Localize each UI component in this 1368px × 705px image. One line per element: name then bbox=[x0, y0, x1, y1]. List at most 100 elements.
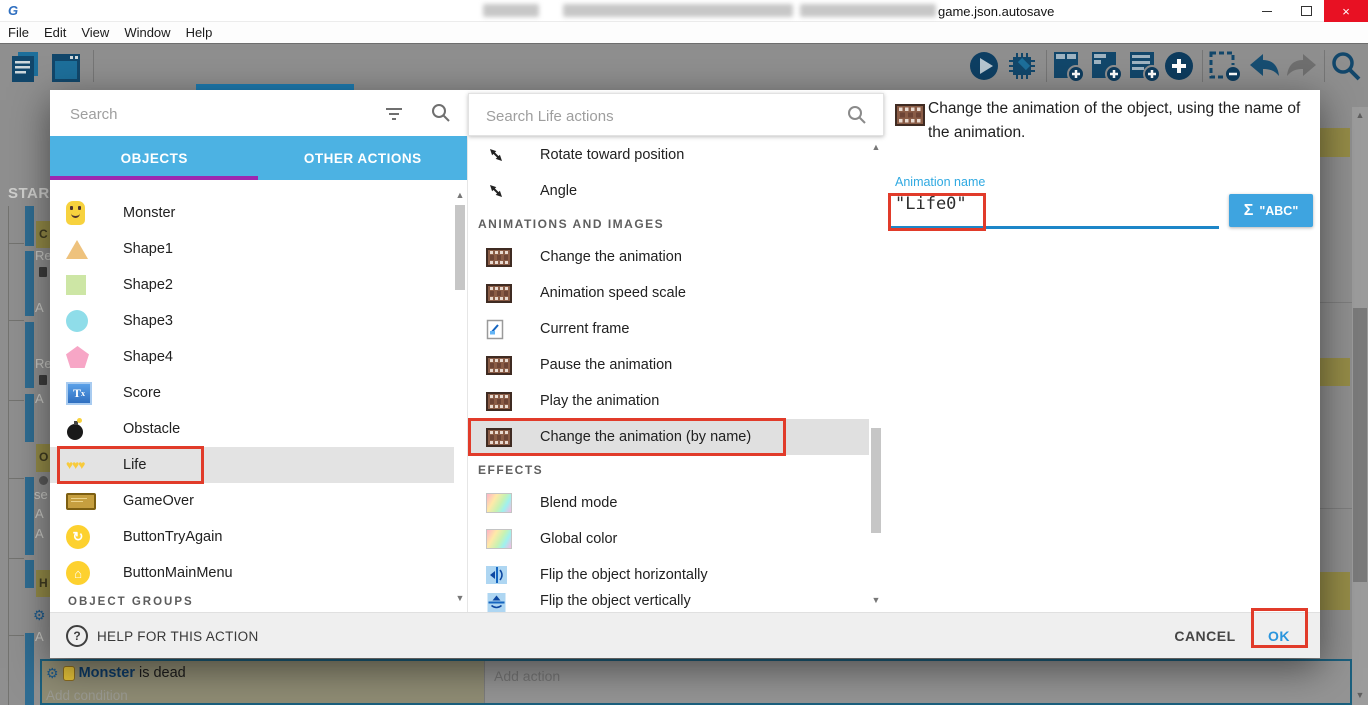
minimize-button[interactable] bbox=[1248, 0, 1286, 22]
object-item-shape3[interactable]: Shape3 bbox=[50, 303, 454, 339]
menu-window[interactable]: Window bbox=[124, 25, 170, 40]
flip-vertical-icon bbox=[486, 593, 528, 611]
maximize-button[interactable] bbox=[1288, 0, 1324, 22]
project-manager-icon[interactable] bbox=[10, 50, 42, 84]
retry-button-icon: ↻ bbox=[66, 525, 106, 549]
actions-scrollbar-thumb[interactable] bbox=[871, 428, 881, 533]
animation-name-label: Animation name bbox=[895, 175, 985, 189]
object-item-gameover[interactable]: GameOver bbox=[50, 483, 454, 519]
object-item-shape1[interactable]: Shape1 bbox=[50, 231, 454, 267]
event-text-fragment: A bbox=[35, 506, 44, 521]
section-header-animations: ANIMATIONS AND IMAGES bbox=[478, 209, 664, 239]
action-tabs: OBJECTS OTHER ACTIONS bbox=[50, 136, 467, 180]
gdevelop-window: G game.json.autosave × File Edit View Wi… bbox=[0, 0, 1368, 705]
undo-icon[interactable] bbox=[1246, 50, 1282, 82]
action-item-flip-vertically[interactable]: Flip the object vertically bbox=[468, 593, 869, 612]
tab-other-actions[interactable]: OTHER ACTIONS bbox=[259, 136, 468, 180]
object-item-shape4[interactable]: Shape4 bbox=[50, 339, 454, 375]
object-item-shape2[interactable]: Shape2 bbox=[50, 267, 454, 303]
annotation-animation-name-value bbox=[888, 193, 986, 231]
play-preview-icon[interactable] bbox=[968, 50, 1000, 82]
redacted-title-segment bbox=[563, 4, 793, 17]
tab-objects[interactable]: OBJECTS bbox=[50, 136, 259, 180]
add-event-icon[interactable] bbox=[1052, 50, 1086, 84]
action-item-angle[interactable]: Angle bbox=[468, 173, 869, 209]
remove-selection-icon[interactable] bbox=[1208, 50, 1244, 84]
comment-row-fragment: C bbox=[36, 221, 50, 248]
action-item-global-color[interactable]: Global color bbox=[468, 521, 869, 557]
action-item-flip-horizontally[interactable]: Flip the object horizontally bbox=[468, 557, 869, 593]
toolbar-separator bbox=[1202, 50, 1203, 82]
scroll-up-icon[interactable]: ▲ bbox=[454, 190, 466, 200]
objects-search-input[interactable] bbox=[68, 98, 362, 130]
square-shape-icon bbox=[66, 275, 106, 295]
objects-scrollbar-thumb[interactable] bbox=[455, 205, 465, 290]
add-comment-icon[interactable] bbox=[1128, 50, 1162, 84]
event-text-fragment: A bbox=[35, 526, 44, 541]
menu-view[interactable]: View bbox=[81, 25, 109, 40]
cancel-button[interactable]: CANCEL bbox=[1160, 613, 1250, 659]
action-item-current-frame[interactable]: Current frame bbox=[468, 311, 869, 347]
search-toolbar-icon[interactable] bbox=[1330, 50, 1362, 84]
film-strip-icon bbox=[486, 248, 528, 267]
action-item-play-animation[interactable]: Play the animation bbox=[468, 383, 869, 419]
flip-horizontal-icon bbox=[486, 566, 528, 584]
search-icon[interactable] bbox=[847, 105, 867, 125]
action-item-rotate-toward-position[interactable]: Rotate toward position bbox=[468, 137, 869, 173]
dialog-footer: ? HELP FOR THIS ACTION CANCEL OK bbox=[50, 612, 1320, 658]
menu-file[interactable]: File bbox=[8, 25, 29, 40]
scroll-down-icon[interactable]: ▼ bbox=[454, 593, 466, 603]
object-item-obstacle[interactable]: Obstacle bbox=[50, 411, 454, 447]
section-header-effects: EFFECTS bbox=[478, 455, 543, 485]
film-strip-icon bbox=[486, 284, 528, 303]
add-condition-link[interactable]: Add condition bbox=[46, 688, 128, 703]
add-subevent-icon[interactable] bbox=[1090, 50, 1124, 84]
scroll-up-icon[interactable]: ▲ bbox=[870, 142, 882, 152]
scroll-down-icon[interactable]: ▼ bbox=[870, 595, 882, 605]
close-button[interactable]: × bbox=[1324, 0, 1368, 22]
comment-row-fragment: O bbox=[36, 444, 50, 472]
action-item-pause-animation[interactable]: Pause the animation bbox=[468, 347, 869, 383]
annotation-ok-button bbox=[1251, 608, 1308, 648]
condition-text: is dead bbox=[139, 665, 186, 681]
toolbar-separator bbox=[1046, 50, 1047, 82]
color-swatch-icon bbox=[486, 493, 528, 513]
scene-editor-icon[interactable] bbox=[50, 50, 82, 84]
menu-help[interactable]: Help bbox=[186, 25, 213, 40]
object-item-buttonmainmenu[interactable]: ⌂ ButtonMainMenu bbox=[50, 555, 454, 591]
gdevelop-logo-icon: G bbox=[8, 3, 18, 18]
monster-object-icon bbox=[66, 201, 106, 225]
filter-icon[interactable] bbox=[385, 107, 403, 121]
redacted-title-segment bbox=[483, 4, 539, 17]
action-item-blend-mode[interactable]: Blend mode bbox=[468, 485, 869, 521]
help-for-this-action[interactable]: ? HELP FOR THIS ACTION bbox=[66, 613, 259, 659]
add-circle-icon[interactable] bbox=[1162, 50, 1196, 84]
help-icon: ? bbox=[66, 625, 88, 647]
action-item-change-animation[interactable]: Change the animation bbox=[468, 239, 869, 275]
object-item-score[interactable]: Tx Score bbox=[50, 375, 454, 411]
annotation-life-object bbox=[57, 446, 204, 484]
redo-icon[interactable] bbox=[1284, 50, 1320, 82]
event-row-monster-is-dead[interactable]: ⚙ Monster is dead Add condition Add acti… bbox=[40, 659, 1352, 705]
action-item-animation-speed-scale[interactable]: Animation speed scale bbox=[468, 275, 869, 311]
event-text-fragment: Re bbox=[35, 356, 50, 371]
sigma-icon: Σ bbox=[1244, 202, 1254, 220]
gear-icon: ⚙ bbox=[33, 607, 46, 624]
object-item-buttontryagain[interactable]: ↻ ButtonTryAgain bbox=[50, 519, 454, 555]
object-item-monster[interactable]: Monster bbox=[50, 195, 454, 231]
expression-editor-button[interactable]: Σ "ABC" bbox=[1229, 194, 1313, 227]
scene-tab-start: START bbox=[8, 185, 50, 202]
toolbar-separator bbox=[1324, 50, 1325, 82]
actions-search-bar bbox=[468, 93, 884, 136]
event-conditions-cell[interactable]: ⚙ Monster is dead Add condition bbox=[42, 661, 485, 703]
add-action-link[interactable]: Add action bbox=[494, 668, 560, 684]
film-strip-icon bbox=[486, 392, 528, 411]
text-object-icon: Tx bbox=[66, 382, 106, 405]
events-sheet-right-fragment bbox=[1320, 88, 1368, 705]
search-icon[interactable] bbox=[431, 103, 451, 123]
debug-icon[interactable] bbox=[1006, 50, 1038, 82]
menu-edit[interactable]: Edit bbox=[44, 25, 66, 40]
action-editor-dialog: OBJECTS OTHER ACTIONS Monster Shape1 Sha… bbox=[50, 90, 1320, 658]
object-groups-header: OBJECT GROUPS bbox=[68, 591, 194, 612]
actions-search-input[interactable] bbox=[484, 101, 818, 131]
